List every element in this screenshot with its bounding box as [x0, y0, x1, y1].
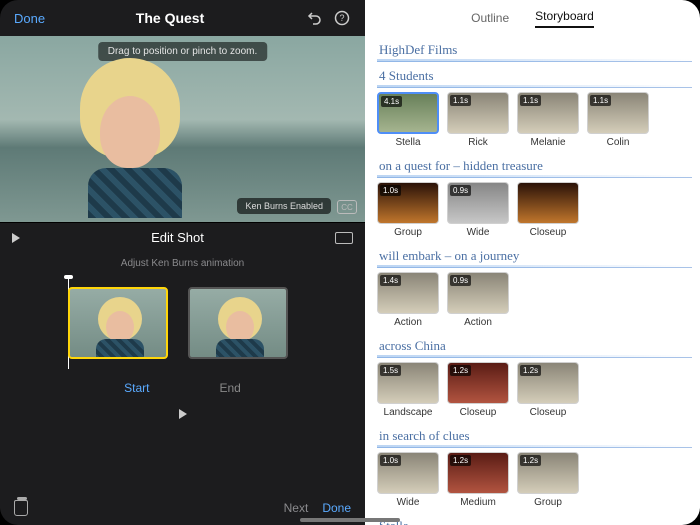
- duration-badge: 1.2s: [450, 455, 471, 466]
- section-title[interactable]: Stella: [377, 516, 692, 525]
- undo-icon[interactable]: [305, 9, 323, 27]
- clip-thumb[interactable]: 0.9s: [447, 182, 509, 224]
- section-title[interactable]: on a quest for – hidden treasure: [377, 156, 692, 178]
- clip-card[interactable]: 1.1s Colin: [587, 92, 649, 148]
- clip-thumb[interactable]: 1.2s: [517, 362, 579, 404]
- clip-label: Medium: [447, 497, 509, 508]
- clip-thumb[interactable]: 1.4s: [377, 272, 439, 314]
- home-indicator: [300, 518, 400, 522]
- edit-subtitle: Adjust Ken Burns animation: [0, 252, 365, 269]
- play-button[interactable]: [179, 409, 187, 419]
- clip-card[interactable]: 4.1s Stella: [377, 92, 439, 148]
- clip-card[interactable]: 0.9s Wide: [447, 182, 509, 238]
- svg-text:?: ?: [339, 13, 344, 23]
- clip-thumb[interactable]: [517, 182, 579, 224]
- clip-card[interactable]: Closeup: [517, 182, 579, 238]
- duration-badge: 1.0s: [380, 455, 401, 466]
- clip-label: Rick: [447, 137, 509, 148]
- kb-start-label[interactable]: Start: [124, 381, 149, 395]
- duration-badge: 4.1s: [381, 96, 402, 107]
- clip-label: Group: [517, 497, 579, 508]
- kb-start-frame[interactable]: [68, 287, 168, 359]
- clip-thumb[interactable]: 1.1s: [447, 92, 509, 134]
- clip-thumb[interactable]: 1.0s: [377, 452, 439, 494]
- tab-outline[interactable]: Outline: [471, 11, 509, 25]
- clip-label: Closeup: [517, 407, 579, 418]
- duration-badge: 1.5s: [380, 365, 401, 376]
- clip-label: Action: [447, 317, 509, 328]
- clip-card[interactable]: 1.2s Closeup: [447, 362, 509, 418]
- section-title[interactable]: across China: [377, 336, 692, 358]
- clip-label: Stella: [377, 137, 439, 148]
- clip-thumb[interactable]: 1.5s: [377, 362, 439, 404]
- ken-burns-badge: Ken Burns Enabled: [237, 198, 331, 214]
- clip-label: Colin: [587, 137, 649, 148]
- clip-card[interactable]: 1.5s Landscape: [377, 362, 439, 418]
- duration-badge: 1.2s: [520, 365, 541, 376]
- clip-card[interactable]: 1.1s Rick: [447, 92, 509, 148]
- play-icon[interactable]: [12, 233, 20, 243]
- clip-label: Wide: [377, 497, 439, 508]
- clip-label: Closeup: [517, 227, 579, 238]
- duration-badge: 1.2s: [450, 365, 471, 376]
- ken-burns-frames[interactable]: [58, 287, 308, 377]
- help-icon[interactable]: ?: [333, 9, 351, 27]
- clip-label: Closeup: [447, 407, 509, 418]
- clip-card[interactable]: 1.0s Wide: [377, 452, 439, 508]
- video-preview[interactable]: Drag to position or pinch to zoom. Ken B…: [0, 36, 365, 222]
- preview-subject: [70, 58, 190, 208]
- clip-card[interactable]: 1.4s Action: [377, 272, 439, 328]
- project-title: The Quest: [45, 10, 295, 26]
- duration-badge: 1.1s: [520, 95, 541, 106]
- clip-card[interactable]: 1.0s Group: [377, 182, 439, 238]
- section-title[interactable]: will embark – on a journey: [377, 246, 692, 268]
- duration-badge: 0.9s: [450, 185, 471, 196]
- duration-badge: 1.1s: [450, 95, 471, 106]
- clip-card[interactable]: 0.9s Action: [447, 272, 509, 328]
- kb-end-frame[interactable]: [188, 287, 288, 359]
- tab-storyboard[interactable]: Storyboard: [535, 9, 594, 28]
- done-lower-button[interactable]: Done: [322, 501, 351, 515]
- section-title[interactable]: HighDef Films: [377, 40, 692, 62]
- duration-badge: 1.1s: [590, 95, 611, 106]
- clip-card[interactable]: 1.2s Closeup: [517, 362, 579, 418]
- clip-card[interactable]: 1.2s Medium: [447, 452, 509, 508]
- section-title[interactable]: in search of clues: [377, 426, 692, 448]
- kb-end-label[interactable]: End: [219, 381, 240, 395]
- section-title[interactable]: 4 Students: [377, 66, 692, 88]
- done-button[interactable]: Done: [14, 11, 45, 26]
- edit-shot-title: Edit Shot: [20, 230, 335, 245]
- clip-thumb[interactable]: 1.0s: [377, 182, 439, 224]
- clip-thumb[interactable]: 1.2s: [517, 452, 579, 494]
- captions-icon[interactable]: CC: [337, 200, 357, 214]
- clip-label: Melanie: [517, 137, 579, 148]
- video-mode-icon[interactable]: [335, 232, 353, 244]
- clip-label: Group: [377, 227, 439, 238]
- clip-label: Action: [377, 317, 439, 328]
- clip-thumb[interactable]: 1.1s: [517, 92, 579, 134]
- clip-label: Wide: [447, 227, 509, 238]
- duration-badge: 1.4s: [380, 275, 401, 286]
- clip-thumb[interactable]: 4.1s: [377, 92, 439, 134]
- next-button[interactable]: Next: [284, 501, 309, 515]
- trash-icon[interactable]: [14, 500, 28, 516]
- clip-thumb[interactable]: 0.9s: [447, 272, 509, 314]
- clip-label: Landscape: [377, 407, 439, 418]
- duration-badge: 0.9s: [450, 275, 471, 286]
- clip-thumb[interactable]: 1.1s: [587, 92, 649, 134]
- clip-thumb[interactable]: 1.2s: [447, 362, 509, 404]
- clip-card[interactable]: 1.1s Melanie: [517, 92, 579, 148]
- duration-badge: 1.0s: [380, 185, 401, 196]
- duration-badge: 1.2s: [520, 455, 541, 466]
- clip-card[interactable]: 1.2s Group: [517, 452, 579, 508]
- clip-thumb[interactable]: 1.2s: [447, 452, 509, 494]
- storyboard-panel[interactable]: HighDef Films 4 Students 4.1s Stella 1.1s Ric…: [365, 36, 700, 525]
